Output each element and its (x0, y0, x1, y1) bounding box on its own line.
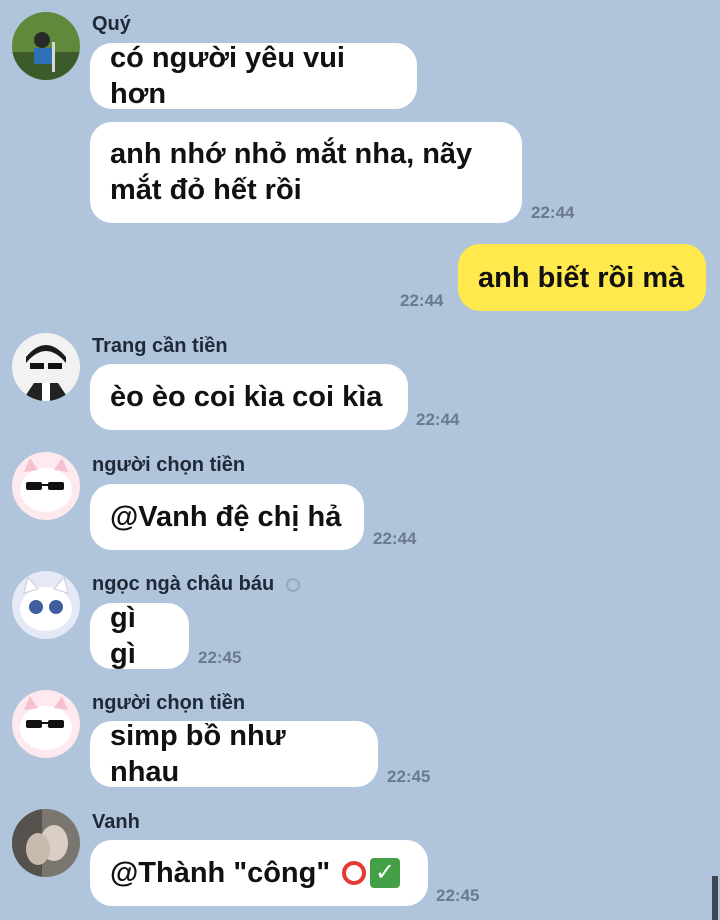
message-bubble[interactable]: @Thành "công" ✓ (90, 840, 428, 906)
avatar-nguoi-chon-tien[interactable] (12, 690, 80, 758)
message-text: simp bồ như nhau (110, 720, 286, 788)
sender-name: Quý (92, 13, 131, 35)
message-text: èo èo coi kìa coi kìa (110, 381, 383, 413)
message-time: 22:45 (387, 767, 431, 786)
sender-name: ngọc ngà châu báu (92, 573, 300, 596)
message-bubble[interactable]: @Vanh đệ chị hả (90, 484, 364, 550)
ring-icon (285, 578, 300, 592)
avatar-nguoi-chon-tien[interactable] (12, 452, 80, 520)
message-time: 22:44 (373, 529, 417, 548)
scrollbar[interactable] (712, 876, 718, 920)
sender-name: Vanh (92, 811, 140, 833)
message-text-line: anh nhớ nhỏ mắt nha, nãy (110, 138, 473, 170)
message-text: gì gì (110, 602, 136, 670)
message-text-line: mắt đỏ hết rồi (110, 174, 302, 206)
message-text: @Thành "công" (110, 857, 331, 889)
avatar-ngoc-nga-chau-bau[interactable] (12, 571, 80, 639)
message-bubble[interactable]: èo èo coi kìa coi kìa (90, 364, 408, 430)
sender-name: người chọn tiền (92, 692, 246, 714)
message-text: @Vanh đệ chị hả (110, 501, 342, 533)
check-mark-icon: ✓ (370, 858, 401, 888)
message-text: anh biết rồi mà (478, 261, 685, 294)
avatar-trang-can-tien[interactable] (12, 333, 80, 401)
message-time: 22:44 (400, 291, 444, 310)
message-bubble[interactable]: anh nhớ nhỏ mắt nha, nãy mắt đỏ hết rồi (90, 122, 522, 223)
message-text: có người yêu vui hơn (110, 42, 345, 110)
avatar-quy[interactable] (12, 12, 80, 80)
avatar-vanh[interactable] (12, 809, 80, 877)
message-time: 22:44 (531, 203, 575, 222)
message-time: 22:45 (436, 886, 480, 905)
message-bubble[interactable]: simp bồ như nhau (90, 720, 378, 788)
sender-name: người chọn tiền (92, 454, 246, 476)
red-circle-icon (342, 861, 367, 885)
sender-name-text: ngọc ngà châu báu (92, 573, 275, 595)
message-time: 22:44 (416, 410, 460, 429)
my-message-bubble[interactable]: anh biết rồi mà (458, 244, 706, 311)
message-bubble[interactable]: có người yêu vui hơn (90, 42, 417, 110)
message-time: 22:45 (198, 648, 242, 667)
sender-name: Trang cần tiền (92, 335, 228, 357)
message-bubble[interactable]: gì gì (90, 602, 189, 670)
